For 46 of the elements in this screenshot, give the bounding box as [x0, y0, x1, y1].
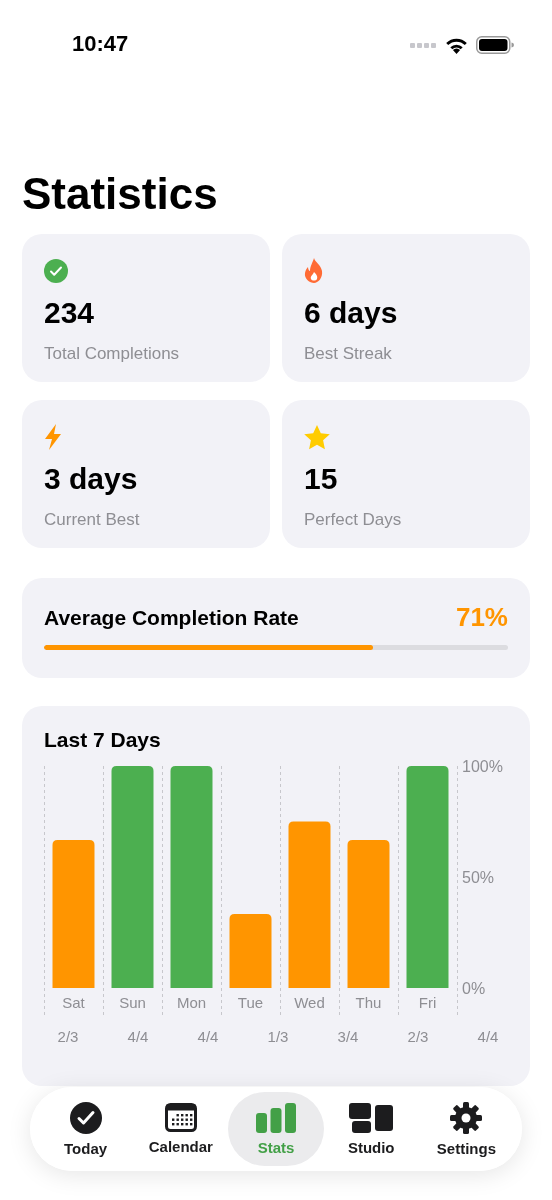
- star-icon: [304, 424, 330, 450]
- stat-label: Current Best: [44, 510, 141, 530]
- axis-label: Fri: [418, 994, 437, 1011]
- axis-tick-label: 50%: [462, 869, 495, 886]
- stat-label: Total Completions: [44, 344, 181, 364]
- axis-label: Sun: [119, 994, 146, 1011]
- stat-label: Best Streak: [304, 344, 393, 364]
- stat-label: Perfect Days: [304, 510, 403, 530]
- calendar-icon: [164, 1103, 197, 1132]
- value-label: 2/3: [407, 1028, 429, 1045]
- bar-chart-icon: [256, 1102, 296, 1133]
- value-label: 4/4: [197, 1028, 219, 1045]
- value-label: 1/3: [267, 1028, 289, 1045]
- flame-icon: [304, 258, 324, 284]
- battery-icon: [476, 36, 514, 54]
- rate-reading: 71%: [455, 602, 508, 633]
- value-label: 4/4: [127, 1028, 149, 1045]
- axis-label: Thu: [355, 994, 382, 1011]
- axis-tick-label: 100%: [462, 758, 503, 775]
- value-label: 2/3: [57, 1028, 79, 1045]
- page-title: Statistics: [22, 170, 219, 218]
- chart-title: Last 7 Days: [44, 728, 162, 752]
- settings-icon: [450, 1101, 483, 1134]
- value-label: 4/4: [477, 1028, 499, 1045]
- wifi-icon: [445, 36, 468, 54]
- tab[interactable]: Today: [38, 1092, 134, 1166]
- axis-label: Tue: [237, 994, 264, 1011]
- stat-value: 234: [44, 296, 96, 330]
- tab[interactable]: Calendar: [133, 1092, 229, 1166]
- axis-label: Mon: [176, 994, 207, 1011]
- lightning-bolt-icon: [44, 424, 62, 450]
- value-label: 3/4: [337, 1028, 359, 1045]
- layout-blocks-icon: [349, 1102, 394, 1133]
- axis-label: Wed: [294, 994, 325, 1011]
- status-time: 10:47: [72, 31, 129, 57]
- stat-value: 15: [304, 462, 339, 496]
- tab[interactable]: Settings: [418, 1092, 514, 1166]
- signal-icon: [410, 42, 437, 48]
- tab[interactable]: Studio: [323, 1092, 419, 1166]
- stat-value: 3 days: [44, 462, 139, 496]
- axis-label: Sat: [62, 994, 85, 1011]
- rate-label: Average Completion Rate: [44, 605, 299, 630]
- checkmark-circle-icon: [69, 1101, 102, 1134]
- stat-value: 6 days: [304, 296, 399, 330]
- axis-tick-label: 0%: [462, 980, 486, 997]
- check-circle-icon: [44, 259, 68, 283]
